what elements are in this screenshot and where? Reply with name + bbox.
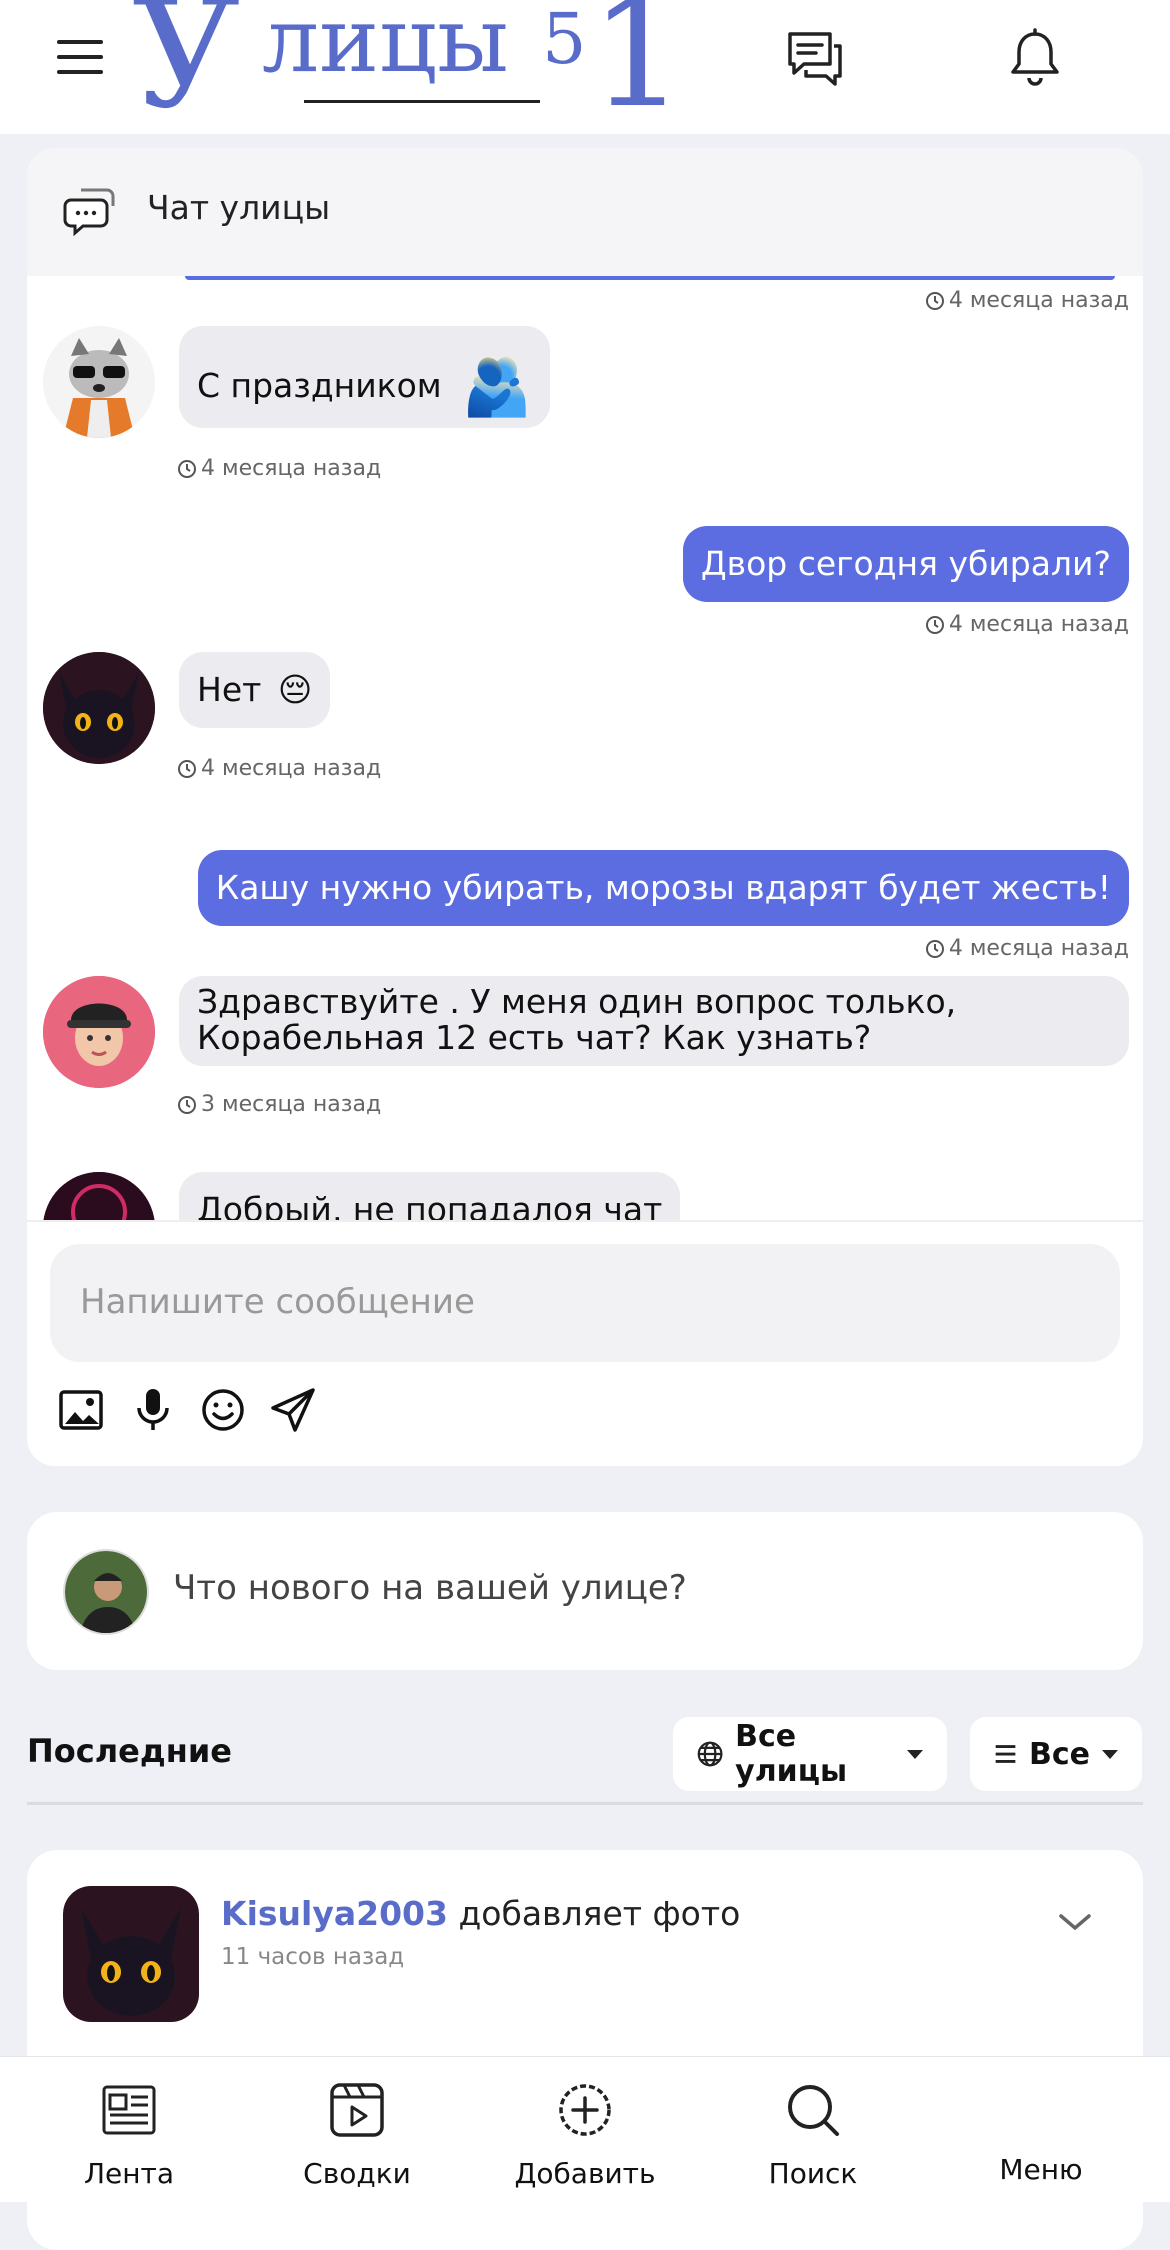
streets-filter[interactable]: Все улицы [673,1717,947,1791]
logo-text: лицы [262,0,509,93]
chat-bubbles-icon [63,188,115,237]
nav-summaries[interactable]: Сводки [240,2057,474,2203]
type-filter-label: Все [1029,1736,1090,1772]
clock-icon [925,291,944,310]
message-time: 4 месяца назад [177,456,381,481]
chat-title: Чат улицы [147,188,331,227]
post-time: 11 часов назад [221,1944,405,1970]
menu-icon[interactable] [57,40,103,74]
nav-menu[interactable]: Меню [924,2057,1158,2203]
user-avatar [63,1549,149,1635]
message-time: 4 месяца назад [925,936,1129,961]
message-time: 3 месяца назад [177,1092,381,1117]
street-chat-card: Чат улицы 4 месяца назад С праздником 🫂 [27,148,1143,1466]
black-cat-avatar[interactable] [43,652,155,764]
chat-header[interactable]: Чат улицы [27,148,1143,276]
clock-icon [178,1095,196,1114]
video-icon [330,2083,384,2137]
chat-divider [27,1220,1143,1222]
previous-message-bubble-edge [185,276,1115,280]
new-post-composer[interactable]: Что нового на вашей улице? [27,1512,1143,1670]
message-bubble[interactable]: Нет 😔 [179,652,331,728]
message-time: 4 месяца назад [925,288,1129,313]
section-divider [27,1802,1143,1805]
logo-number-big: 1 [590,0,686,141]
bell-icon[interactable] [1004,28,1066,90]
nav-add[interactable]: Добавить [468,2057,702,2203]
top-bar: У лицы 5 1 [0,0,1170,134]
bottom-nav: Лента Сводки Добавить Поиск Меню [0,2056,1170,2202]
post-author-link[interactable]: Kisulya2003 [221,1894,448,1933]
emoji-icon[interactable] [199,1386,247,1434]
profile-avatar [1018,2079,1064,2125]
chat-messages[interactable]: 4 месяца назад С праздником 🫂 4 месяца н… [27,276,1143,1222]
clock-icon [925,615,944,634]
logo-underline [304,100,540,103]
message-input-placeholder: Напишите сообщение [80,1282,475,1322]
memoji-avatar[interactable] [43,976,155,1088]
hug-emoji: 🫂 [462,354,532,420]
my-message-bubble[interactable]: Двор сегодня убирали? [682,526,1129,602]
app-logo[interactable]: У лицы 5 1 [132,0,685,142]
chevron-down-icon [907,1749,923,1759]
sad-emoji: 😔 [277,670,313,709]
list-icon [995,1745,1016,1763]
clock-icon [178,759,196,778]
globe-icon [697,1741,723,1767]
post-action: добавляет фото [458,1894,741,1933]
messages-icon[interactable] [784,28,846,90]
microphone-icon[interactable] [129,1386,177,1434]
message-input[interactable]: Напишите сообщение [50,1244,1120,1362]
logo-letter: У [132,0,241,142]
clock-icon [178,459,196,478]
post-headline: Kisulya2003 добавляет фото [221,1894,740,1933]
post-author-avatar[interactable] [63,1886,199,2022]
message-time: 4 месяца назад [177,756,381,781]
add-circle-icon [559,2084,611,2136]
type-filter[interactable]: Все [970,1717,1142,1791]
section-title: Последние [27,1732,232,1770]
raccoon-avatar[interactable] [43,326,155,438]
newspaper-icon [102,2085,156,2135]
image-icon[interactable] [57,1386,105,1434]
search-icon [788,2085,839,2136]
chevron-down-icon[interactable] [1055,1902,1095,1942]
logo-number-small: 5 [542,0,587,80]
message-bubble[interactable]: С праздником 🫂 [179,326,550,428]
my-message-bubble[interactable]: Кашу нужно убирать, морозы вдарят будет … [197,850,1129,926]
message-bubble[interactable]: Добрый, не попадалоя чат [179,1172,681,1222]
send-icon[interactable] [269,1386,317,1434]
message-bubble[interactable]: Здравствуйте . У меня один вопрос только… [179,976,1129,1066]
nav-feed[interactable]: Лента [12,2057,246,2203]
nav-search[interactable]: Поиск [696,2057,930,2203]
message-time: 4 месяца назад [925,612,1129,637]
clock-icon [925,939,944,958]
neon-avatar[interactable] [43,1172,155,1222]
chevron-down-icon [1102,1749,1118,1759]
composer-placeholder: Что нового на вашей улице? [173,1568,687,1608]
streets-filter-label: Все улицы [735,1719,848,1789]
